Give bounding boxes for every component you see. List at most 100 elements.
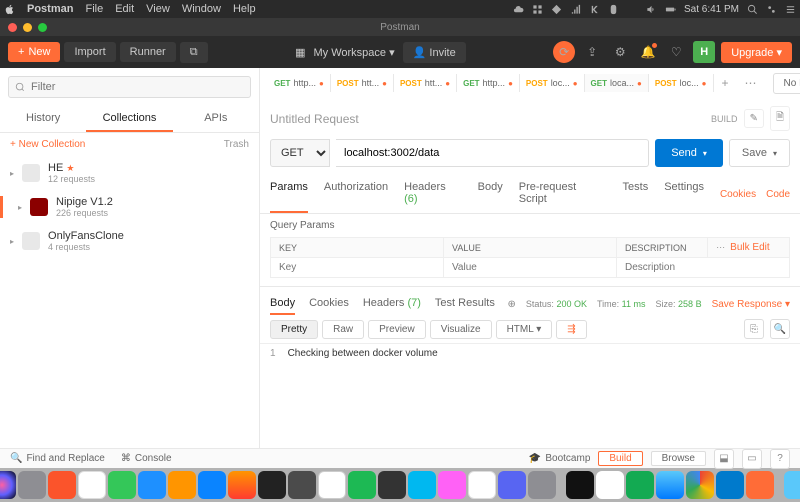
view-raw[interactable]: Raw	[322, 320, 364, 339]
cookies-link[interactable]: Cookies	[720, 189, 756, 200]
dock-downloads-icon[interactable]	[784, 471, 800, 499]
close-window-button[interactable]	[8, 23, 17, 32]
request-tab[interactable]: POSThtt...●	[394, 74, 457, 92]
request-tab[interactable]: POSThtt...●	[331, 74, 394, 92]
dock-mail-icon[interactable]	[138, 471, 166, 499]
dock-vscode-icon[interactable]	[716, 471, 744, 499]
resp-tab-body[interactable]: Body	[270, 293, 295, 315]
comments-button[interactable]: ✎	[744, 109, 764, 128]
dock-firefox-icon[interactable]	[228, 471, 256, 499]
sidebar-tab-collections[interactable]: Collections	[86, 106, 172, 132]
avatar[interactable]: H	[693, 41, 715, 63]
dock-mongodb-icon[interactable]	[626, 471, 654, 499]
open-new-window-button[interactable]: ⧉	[180, 42, 208, 63]
sidebar-tab-history[interactable]: History	[0, 106, 86, 132]
find-replace-link[interactable]: 🔍 Find and Replace	[10, 453, 105, 464]
new-collection-link[interactable]: + New Collection	[10, 139, 85, 150]
console-link[interactable]: ⌘ Console	[121, 453, 172, 464]
bootcamp-link[interactable]: 🎓 Bootcamp	[529, 453, 590, 464]
request-tab[interactable]: POSTloc...●	[520, 74, 585, 92]
dock-xd-icon[interactable]	[438, 471, 466, 499]
environment-select[interactable]: No Environment	[773, 73, 800, 94]
tab-headers[interactable]: Headers (6)	[404, 175, 462, 213]
view-visualize[interactable]: Visualize	[430, 320, 492, 339]
invite-button[interactable]: 👤 Invite	[403, 42, 466, 63]
param-description-input[interactable]	[625, 262, 781, 273]
collection-item[interactable]: ▸ OnlyFansClone 4 requests	[0, 224, 259, 258]
tab-body[interactable]: Body	[478, 175, 503, 213]
save-response-link[interactable]: Save Response ▾	[712, 299, 790, 310]
dock-brave-icon[interactable]	[48, 471, 76, 499]
grid-icon[interactable]	[532, 4, 543, 15]
import-button[interactable]: Import	[64, 42, 115, 62]
dock-appstore-icon[interactable]	[198, 471, 226, 499]
wrap-lines-button[interactable]: ⇶	[556, 320, 586, 339]
build-mode-button[interactable]: Build	[598, 451, 642, 466]
dock-notion-icon[interactable]	[318, 471, 346, 499]
bulk-edit-link[interactable]: Bulk Edit	[730, 242, 769, 253]
request-tab[interactable]: GEThttp...●	[268, 74, 331, 92]
dock-wondershare-icon[interactable]	[408, 471, 436, 499]
dock-siri-icon[interactable]	[0, 471, 16, 499]
dock-calendar2-icon[interactable]	[468, 471, 496, 499]
menu-file[interactable]: File	[85, 3, 103, 15]
add-tab-button[interactable]: +	[714, 72, 737, 94]
new-button[interactable]: +New	[8, 42, 60, 62]
method-select[interactable]: GET	[270, 139, 330, 167]
dock-finalcut-icon[interactable]	[378, 471, 406, 499]
request-tab[interactable]: GETloca...●	[585, 74, 649, 92]
menu-window[interactable]: Window	[182, 3, 221, 15]
collection-item[interactable]: ▸ Nipige V1.2 226 requests	[0, 190, 259, 224]
dock-iterm-icon[interactable]	[566, 471, 594, 499]
dock-postman-icon[interactable]	[746, 471, 774, 499]
menu-app-name[interactable]: Postman	[27, 3, 73, 15]
layout-two-pane-button[interactable]: ⬓	[714, 449, 734, 469]
control-center-icon[interactable]	[766, 4, 777, 15]
layout-single-pane-button[interactable]: ▭	[742, 449, 762, 469]
help-button[interactable]: ?	[770, 449, 790, 469]
view-pretty[interactable]: Pretty	[270, 320, 318, 339]
adjust-icon[interactable]	[627, 4, 638, 15]
resp-tab-cookies[interactable]: Cookies	[309, 293, 349, 315]
dock-messages-icon[interactable]	[108, 471, 136, 499]
dock-discord-icon[interactable]	[498, 471, 526, 499]
filter-input[interactable]	[8, 76, 251, 98]
signal-icon[interactable]	[570, 4, 581, 15]
network-icon[interactable]: ⊕	[508, 299, 516, 310]
spotlight-icon[interactable]	[747, 4, 758, 15]
dock-system-prefs-icon[interactable]	[528, 471, 556, 499]
search-response-button[interactable]: 🔍	[770, 319, 790, 339]
tab-params[interactable]: Params	[270, 175, 308, 213]
evernote-icon[interactable]	[608, 4, 619, 15]
format-select[interactable]: HTML ▾	[496, 320, 553, 339]
tab-tests[interactable]: Tests	[623, 175, 649, 213]
maximize-window-button[interactable]	[38, 23, 47, 32]
diamond-icon[interactable]	[551, 4, 562, 15]
sync-button[interactable]: ⟳	[553, 41, 575, 63]
send-button[interactable]: Send	[655, 139, 723, 167]
heart-button[interactable]: ♡	[665, 41, 687, 63]
save-button[interactable]: Save	[729, 139, 790, 167]
dock-books-icon[interactable]	[168, 471, 196, 499]
more-icon[interactable]: ⋯	[716, 242, 725, 252]
settings-button[interactable]: ⚙	[609, 41, 631, 63]
collection-item[interactable]: ▸ HE ★ 12 requests	[0, 156, 259, 190]
dock-chrome-icon[interactable]	[686, 471, 714, 499]
volume-icon[interactable]	[646, 4, 657, 15]
request-tab[interactable]: POSTloc...●	[649, 74, 714, 92]
menu-edit[interactable]: Edit	[115, 3, 134, 15]
sidebar-tab-apis[interactable]: APIs	[173, 106, 259, 132]
docs-button[interactable]: 🗎	[770, 106, 790, 131]
dock-spotify-icon[interactable]	[348, 471, 376, 499]
resp-tab-testresults[interactable]: Test Results	[435, 293, 495, 315]
menubar-time[interactable]: Sat 6:41 PM	[684, 4, 739, 15]
notifications-icon[interactable]	[785, 4, 796, 15]
workspace-selector[interactable]: My Workspace ▾	[314, 46, 395, 59]
dock-terminal-icon[interactable]	[258, 471, 286, 499]
browse-mode-button[interactable]: Browse	[651, 451, 706, 466]
param-value-input[interactable]	[452, 262, 608, 273]
dock-slack-icon[interactable]	[596, 471, 624, 499]
param-row[interactable]	[271, 258, 790, 278]
url-input[interactable]	[336, 139, 649, 167]
view-preview[interactable]: Preview	[368, 320, 426, 339]
